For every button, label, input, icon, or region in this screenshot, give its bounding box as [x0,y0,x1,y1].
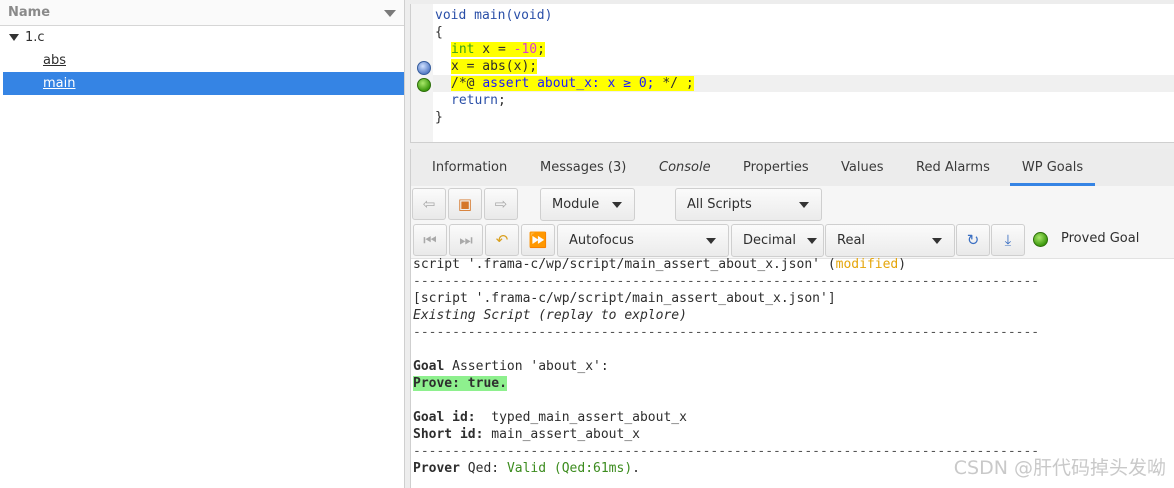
back-icon[interactable]: ⇦ [412,188,446,220]
separator: ----------------------------------------… [413,325,1040,340]
module-select[interactable]: Module [540,188,635,221]
tab-properties[interactable]: Properties [743,149,809,186]
tree-item-label: abs [43,53,66,68]
autofocus-select[interactable]: Autofocus [557,224,729,257]
chevron-down-icon [612,202,622,208]
output-line: script '.frama-c/wp/script/main_assert_a… [413,257,907,272]
refresh-icon[interactable]: ↻ [956,224,990,256]
tab-messages[interactable]: Messages (3) [540,149,626,186]
sort-arrow-icon[interactable] [384,10,396,17]
scripts-select-label: All Scripts [687,197,752,212]
chevron-down-icon [807,238,817,244]
tree-header[interactable]: Name [0,0,404,26]
first-icon[interactable]: ⏮ [413,224,447,256]
toolbar-bottom: ⏮ ⏭ ↶ ⏩ Autofocus Decimal Real ↻ ⤓ [411,222,1174,259]
clipboard-icon[interactable]: ▣ [448,188,482,220]
autofocus-select-label: Autofocus [569,233,634,248]
output-line: Short id: main_assert_about_x [413,427,640,442]
chevron-down-icon [799,202,809,208]
decimal-select[interactable]: Decimal [731,224,824,257]
tree-item-label: 1.c [25,30,45,45]
code-line: } [435,110,443,125]
file-tree-panel: Name 1.c abs main [0,0,405,488]
chevron-down-icon [706,238,716,244]
tree-item-main[interactable]: main [3,72,404,95]
tab-values[interactable]: Values [841,149,883,186]
tab-console[interactable]: Console [659,149,711,186]
proved-goal-label: Proved Goal [1061,231,1140,246]
proved-goal-icon [1033,232,1048,247]
output-line: Goal Assertion 'about_x': [413,359,609,374]
call-status-icon[interactable] [417,61,431,75]
scripts-select[interactable]: All Scripts [675,188,822,221]
expander-icon[interactable] [9,34,19,41]
toolbar-top: ⇦ ▣ ⇨ Module All Scripts [411,186,1174,222]
output-line: Prover Qed: Valid (Qed:61ms). [413,461,640,476]
real-select[interactable]: Real [825,224,955,257]
bottom-panel: Information Messages (3) Console Propert… [410,149,1174,488]
code-line: return; [451,93,506,108]
watermark: CSDN @肝代码掉头发呦 [953,457,1166,479]
tab-wp-goals[interactable]: WP Goals [1010,149,1095,186]
next-icon[interactable]: ⏩ [521,224,555,256]
code-line: x = abs(x); [451,59,538,74]
code-line: /*@ assert about_x: x ≥ 0; */ ; [451,76,694,91]
output-line: Prove: true. [413,376,507,391]
forward-icon[interactable]: ⇨ [484,188,518,220]
tab-bar: Information Messages (3) Console Propert… [411,149,1174,187]
separator: ----------------------------------------… [413,274,1040,289]
separator: ----------------------------------------… [413,444,1040,459]
source-view[interactable]: void main(void) { int x = -10; x = abs(x… [410,4,1174,143]
code-line: int x = -10; [451,42,545,57]
chevron-down-icon [932,238,942,244]
tab-information[interactable]: Information [432,149,507,186]
output-line: [script '.frama-c/wp/script/main_assert_… [413,291,836,306]
tree-item-abs[interactable]: abs [3,49,404,72]
real-select-label: Real [837,233,866,248]
tree-header-label: Name [8,5,51,20]
output-line: Existing Script (replay to explore) [413,308,687,323]
tree-item-label: main [43,76,76,91]
undo-icon[interactable]: ↶ [485,224,519,256]
skip-icon[interactable]: ⏭ [449,224,483,256]
code-line: void main(void) [435,8,553,23]
code-line: { [435,25,443,40]
tab-red-alarms[interactable]: Red Alarms [916,149,990,186]
tree-item-file[interactable]: 1.c [3,26,404,49]
output-line: Goal id: typed_main_assert_about_x [413,410,687,425]
decimal-select-label: Decimal [743,233,797,248]
module-select-label: Module [552,197,600,212]
proved-status-icon[interactable] [417,78,431,92]
save-icon[interactable]: ⤓ [991,224,1025,256]
